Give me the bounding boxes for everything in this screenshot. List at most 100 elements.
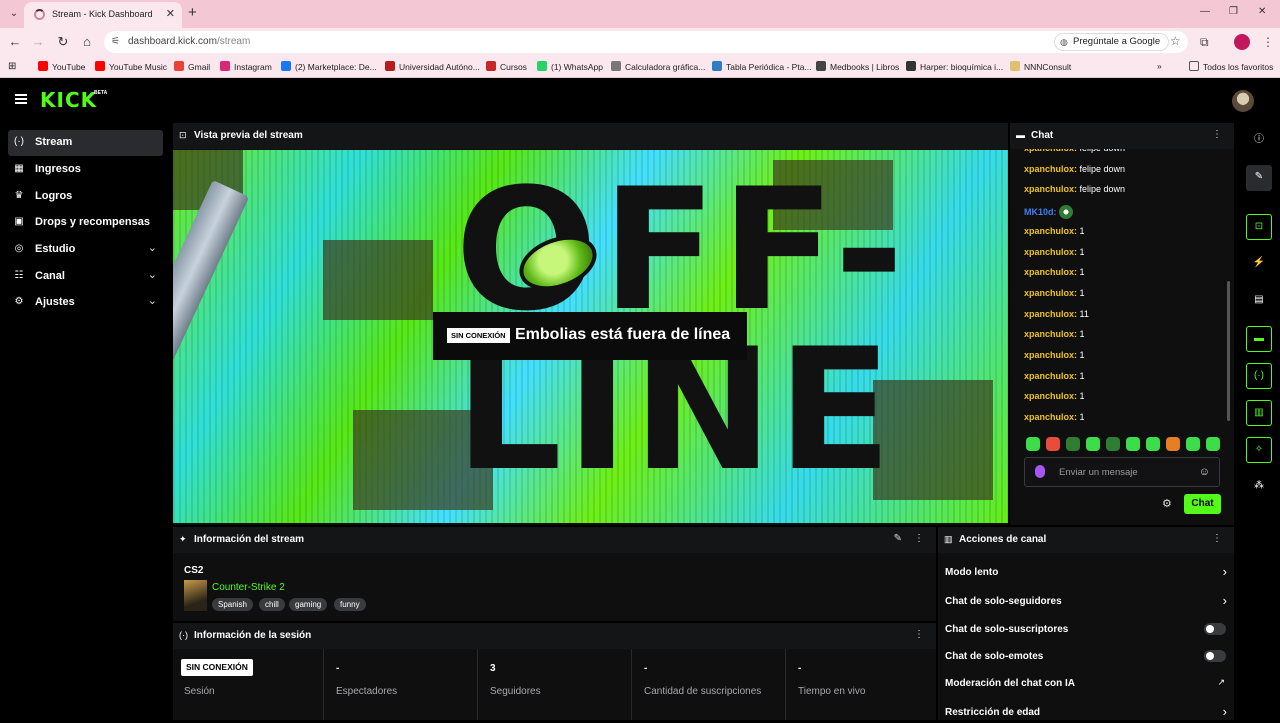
info-icon[interactable]: ⓘ — [1246, 128, 1272, 154]
chat-username[interactable]: xpanchulox: — [1024, 350, 1077, 360]
chat-username[interactable]: xpanchulox: — [1024, 164, 1077, 174]
address-bar[interactable]: ⚟ dashboard.kick.com/stream ◍ Pregúntale … — [104, 31, 1188, 53]
channel-action-row[interactable]: Moderación del chat con IA ↗ — [945, 674, 1227, 694]
bookmark-star-icon[interactable]: ☆ — [1170, 34, 1181, 48]
chat-input[interactable]: Enviar un mensaje ☺ — [1024, 457, 1220, 487]
close-window-icon[interactable]: ✕ — [1258, 6, 1266, 17]
more-bookmarks-icon[interactable]: » — [1157, 61, 1162, 71]
quick-actions-icon[interactable]: ⚡ — [1246, 251, 1272, 277]
chevron-right-icon[interactable]: › — [1223, 564, 1227, 579]
back-icon[interactable]: ← — [7, 34, 23, 49]
preview-toggle-icon[interactable]: ⊡ — [1246, 214, 1272, 240]
sidebar-item-logros[interactable]: ♛ Logros — [8, 184, 163, 210]
bookmark-item[interactable]: Harper: bioquímica i... — [906, 61, 1003, 72]
chat-username[interactable]: xpanchulox: — [1024, 309, 1077, 319]
emote-icon[interactable] — [1086, 437, 1100, 451]
emote-icon[interactable] — [1206, 437, 1220, 451]
channel-action-row[interactable]: Restricción de edad › — [945, 703, 1227, 723]
chat-username[interactable]: xpanchulox: — [1024, 149, 1077, 153]
extensions-icon[interactable]: ⧉ — [1200, 35, 1209, 50]
chat-messages[interactable]: xpanchulox: felipe down xpanchulox: felip… — [1010, 149, 1234, 435]
chat-username[interactable]: xpanchulox: — [1024, 288, 1077, 298]
actions-toggle-icon[interactable]: ▥ — [1246, 400, 1272, 426]
emote-icon[interactable] — [1066, 437, 1080, 451]
microphone-icon[interactable] — [1035, 465, 1045, 478]
ask-google-button[interactable]: ◍ Pregúntale a Google — [1054, 33, 1170, 51]
channel-action-row[interactable]: Chat de solo-emotes — [945, 647, 1227, 667]
sidebar-item-canal[interactable]: ☷ Canal ⌄ — [8, 264, 163, 290]
sidebar-item-ingresos[interactable]: ▦ Ingresos — [8, 157, 163, 183]
chat-username[interactable]: xpanchulox: — [1024, 329, 1077, 339]
integrations-icon[interactable]: ⁂ — [1246, 474, 1272, 500]
chevron-right-icon[interactable]: › — [1223, 704, 1227, 719]
bookmark-item[interactable]: Calculadora gráfica... — [611, 61, 705, 72]
chat-settings-icon[interactable]: ⚙ — [1162, 497, 1172, 510]
more-options-icon[interactable]: ⋮ — [914, 629, 924, 640]
browser-tab[interactable]: Stream - Kick Dashboard ✕ — [24, 2, 182, 28]
chat-username[interactable]: MK10d: — [1024, 207, 1057, 217]
tag-chip[interactable]: Spanish — [212, 598, 253, 611]
emote-icon[interactable] — [1186, 437, 1200, 451]
toggle-switch[interactable] — [1204, 623, 1226, 635]
chat-send-button[interactable]: Chat — [1184, 494, 1221, 514]
emote-icon[interactable] — [1146, 437, 1160, 451]
notes-icon[interactable]: ▤ — [1246, 288, 1272, 314]
external-link-icon[interactable]: ↗ — [1217, 677, 1225, 688]
chevron-down-icon[interactable]: ⌄ — [148, 241, 157, 254]
browser-menu-icon[interactable]: ⋮ — [1262, 35, 1274, 49]
sidebar-item-ajustes[interactable]: ⚙ Ajustes ⌄ — [8, 290, 163, 316]
home-icon[interactable]: ⌂ — [79, 34, 95, 49]
game-thumbnail[interactable] — [184, 580, 207, 611]
bookmark-item[interactable]: Instagram — [220, 61, 272, 72]
emote-icon[interactable] — [1026, 437, 1040, 451]
toggle-switch[interactable] — [1204, 650, 1226, 662]
all-bookmarks[interactable]: Todos los favoritos — [1189, 61, 1273, 72]
bookmark-item[interactable]: Medbooks | Libros — [816, 61, 899, 72]
new-tab-icon[interactable]: + — [188, 4, 197, 21]
apps-grid-icon[interactable]: ⊞ — [8, 61, 16, 72]
bookmark-item[interactable]: (1) WhatsApp — [537, 61, 603, 72]
bookmark-item[interactable]: Cursos — [486, 61, 527, 72]
chat-scrollbar[interactable] — [1227, 281, 1230, 421]
emote-icon[interactable] — [1046, 437, 1060, 451]
more-options-icon[interactable]: ⋮ — [914, 533, 924, 544]
hamburger-menu-icon[interactable] — [15, 94, 27, 104]
game-link[interactable]: Counter-Strike 2 — [212, 582, 285, 593]
user-avatar[interactable] — [1232, 90, 1254, 112]
url-text[interactable]: dashboard.kick.com/stream — [128, 36, 250, 47]
chevron-right-icon[interactable]: › — [1223, 593, 1227, 608]
tab-search-icon[interactable]: ⌄ — [6, 6, 22, 22]
tools-toggle-icon[interactable]: ✧ — [1246, 437, 1272, 463]
edit-icon[interactable]: ✎ — [1246, 165, 1272, 191]
kick-logo[interactable]: KICK — [40, 88, 97, 112]
sidebar-item-estudio[interactable]: ◎ Estudio ⌄ — [8, 237, 163, 263]
emote-icon[interactable] — [1166, 437, 1180, 451]
channel-action-row[interactable]: Chat de solo-suscriptores — [945, 620, 1227, 640]
bookmark-item[interactable]: Tabla Periódica - Pta... — [712, 61, 812, 72]
edit-pencil-icon[interactable]: ✎ — [894, 533, 902, 544]
reload-icon[interactable]: ↻ — [55, 34, 71, 50]
restore-icon[interactable]: ❐ — [1229, 6, 1238, 17]
chat-username[interactable]: xpanchulox: — [1024, 412, 1077, 422]
bookmark-item[interactable]: YouTube Music — [95, 61, 167, 72]
chevron-down-icon[interactable]: ⌄ — [148, 268, 157, 281]
bookmark-item[interactable]: (2) Marketplace: De... — [281, 61, 377, 72]
bookmark-item[interactable]: NNNConsult — [1010, 61, 1071, 72]
bookmark-item[interactable]: Universidad Autóno... — [385, 61, 480, 72]
tag-chip[interactable]: gaming — [289, 598, 328, 611]
bookmark-item[interactable]: YouTube — [38, 61, 85, 72]
chat-username[interactable]: xpanchulox: — [1024, 267, 1077, 277]
close-tab-icon[interactable]: ✕ — [166, 7, 175, 20]
chat-username[interactable]: xpanchulox: — [1024, 247, 1077, 257]
channel-action-row[interactable]: Modo lento › — [945, 563, 1227, 583]
tag-chip[interactable]: funny — [334, 598, 366, 611]
emote-icon[interactable] — [1126, 437, 1140, 451]
minimize-icon[interactable]: — — [1200, 6, 1210, 17]
sidebar-item-stream[interactable]: (·) Stream — [8, 130, 163, 156]
chat-username[interactable]: xpanchulox: — [1024, 371, 1077, 381]
channel-action-row[interactable]: Chat de solo-seguidores › — [945, 592, 1227, 612]
emote-icon[interactable] — [1106, 437, 1120, 451]
tag-chip[interactable]: chill — [259, 598, 285, 611]
profile-avatar[interactable] — [1234, 34, 1250, 50]
chat-username[interactable]: xpanchulox: — [1024, 391, 1077, 401]
